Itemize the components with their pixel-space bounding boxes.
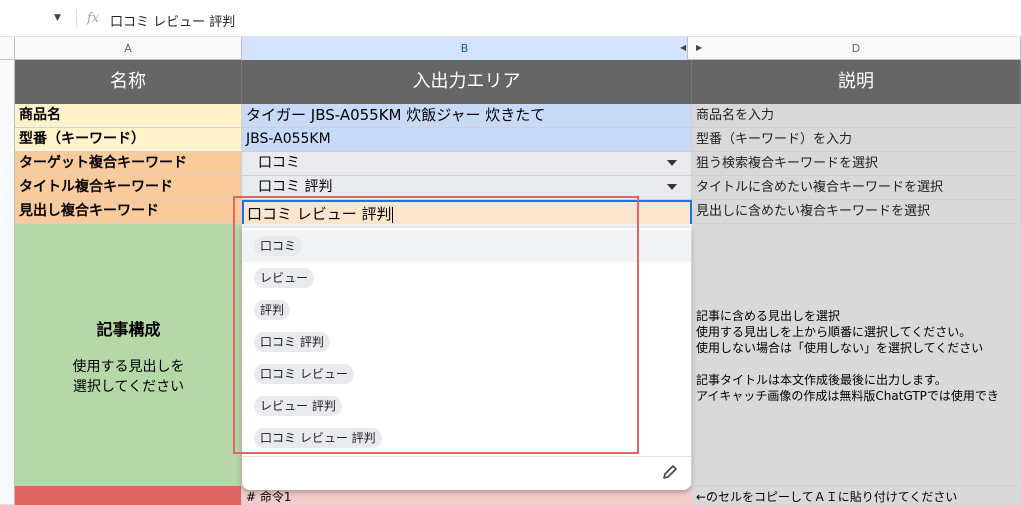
desc-command-1: ←のセルをコピーしてＡＩに貼り付けてください: [692, 486, 1021, 505]
column-header-d[interactable]: D: [692, 37, 1021, 60]
highlight-annotation-box: [233, 196, 639, 454]
select-target-keyword-value: 口コミ: [258, 155, 300, 171]
formula-input[interactable]: 口コミ レビュー 評判: [110, 11, 235, 30]
section-hint-line1: 使用する見出しを: [72, 359, 185, 375]
header-name: 名称: [15, 60, 242, 104]
column-header-a[interactable]: A: [15, 37, 242, 60]
section-article-structure: 記事構成 使用する見出しを 選択してください: [15, 224, 242, 486]
name-box-dropdown-icon[interactable]: ▼: [54, 13, 61, 23]
select-title-keyword-value: 口コミ 評判: [258, 179, 333, 195]
desc-model-number: 型番（キーワード）を入力: [692, 128, 1021, 152]
label-heading-keyword: 見出し複合キーワード: [15, 200, 242, 224]
header-io-area: 入出力エリア: [242, 60, 692, 104]
select-all-corner[interactable]: [0, 37, 15, 60]
input-product-name[interactable]: タイガー JBS-A055KM 炊飯ジャー 炊きたて: [242, 104, 692, 128]
desc-line: 記事に含める見出しを選択: [696, 309, 841, 323]
label-title-keyword: タイトル複合キーワード: [15, 176, 242, 200]
label-product-name: 商品名: [15, 104, 242, 128]
desc-line: 使用しない場合は「使用しない」を選択してください: [696, 341, 984, 355]
column-headers: A B ◀ ▶ D: [0, 37, 1021, 60]
input-model-number[interactable]: JBS-A055KM: [242, 128, 692, 152]
label-command-row: [15, 486, 242, 505]
formula-bar-divider: [76, 10, 77, 28]
dropdown-arrow-icon[interactable]: [667, 160, 677, 166]
desc-line: アイキャッチ画像の作成は無料版ChatGTPでは使用でき: [696, 389, 999, 403]
label-model-number: 型番（キーワード）: [15, 128, 242, 152]
collapse-left-icon[interactable]: ◀: [680, 43, 686, 52]
column-header-b[interactable]: B: [242, 37, 688, 60]
section-description: 記事に含める見出しを選択 使用する見出しを上から順番に選択してください。 使用し…: [692, 224, 1021, 486]
section-title: 記事構成: [96, 320, 161, 339]
fx-icon: fx: [87, 11, 100, 26]
desc-title-keyword: タイトルに含めたい複合キーワードを選択: [692, 176, 1021, 200]
row-header-gutter: [0, 60, 15, 505]
dropdown-divider: [242, 456, 691, 457]
desc-line: 記事タイトルは本文作成後最後に出力します。: [696, 373, 947, 387]
desc-product-name: 商品名を入力: [692, 104, 1021, 128]
desc-line: [696, 356, 999, 372]
section-hint-line2: 選択してください: [72, 379, 185, 395]
edit-pencil-icon[interactable]: [662, 464, 678, 480]
label-target-keyword: ターゲット複合キーワード: [15, 152, 242, 176]
desc-heading-keyword: 見出しに含めたい複合キーワードを選択: [692, 200, 1021, 224]
select-target-keyword[interactable]: 口コミ: [242, 152, 692, 176]
section-description-text: 記事に含める見出しを選択 使用する見出しを上から順番に選択してください。 使用し…: [696, 308, 999, 404]
desc-target-keyword: 狙う検索複合キーワードを選択: [692, 152, 1021, 176]
formula-bar: ▼ fx 口コミ レビュー 評判: [0, 0, 1021, 37]
dropdown-arrow-icon[interactable]: [667, 184, 677, 190]
desc-line: 使用する見出しを上から順番に選択してください。: [696, 325, 972, 339]
header-description: 説明: [692, 60, 1021, 104]
